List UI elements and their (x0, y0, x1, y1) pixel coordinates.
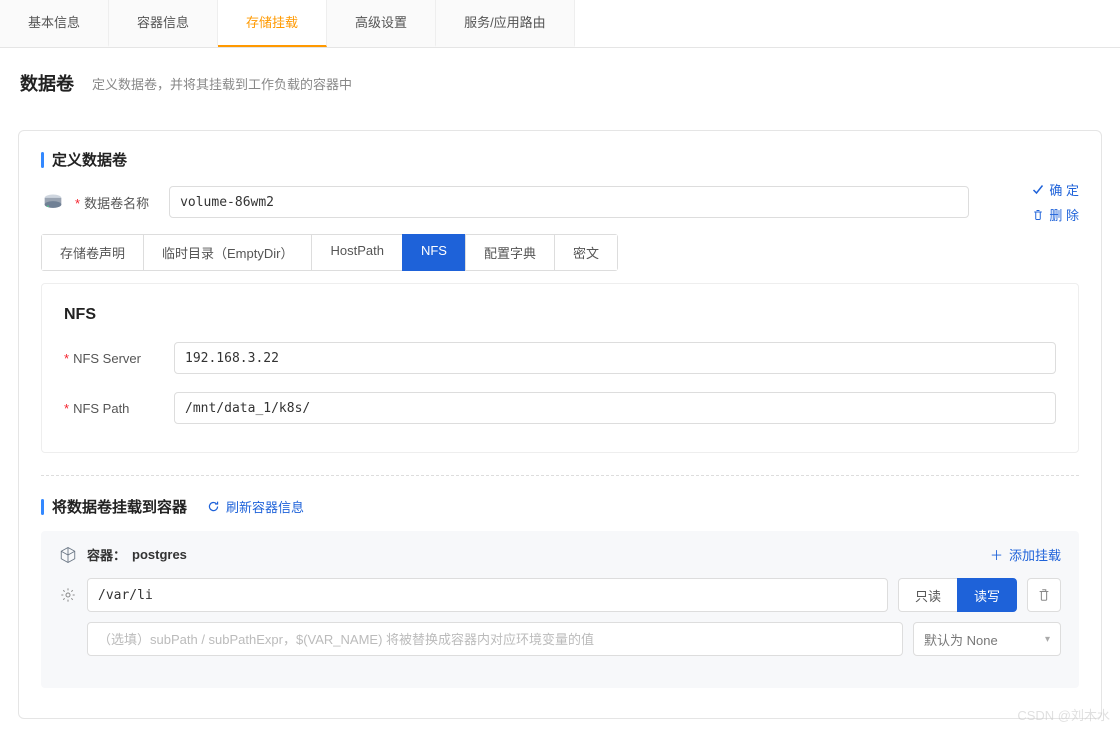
mount-heading: 将数据卷挂载到容器 刷新容器信息 (41, 496, 1079, 517)
sub-tab-emptydir[interactable]: 临时目录（EmptyDir） (143, 234, 312, 271)
nfs-server-label: *NFS Server (64, 351, 174, 366)
subpath-input[interactable] (87, 622, 903, 656)
nfs-path-input[interactable] (174, 392, 1056, 424)
nfs-path-label: *NFS Path (64, 401, 174, 416)
plus-icon: ＋ (990, 545, 1003, 564)
tab-storage-mount[interactable]: 存储挂载 (218, 0, 327, 47)
delete-volume-button[interactable]: 删 除 (1032, 205, 1079, 224)
define-volume-title: 定义数据卷 (52, 149, 127, 170)
sub-tab-pvc[interactable]: 存储卷声明 (41, 234, 144, 271)
container-name: postgres (132, 547, 187, 562)
trash-icon (1032, 209, 1044, 221)
volume-type-tabs: 存储卷声明 临时目录（EmptyDir） HostPath NFS 配置字典 密… (41, 234, 618, 271)
container-mount-card: 容器： postgres ＋ 添加挂载 只读 读写 (41, 531, 1079, 688)
heading-accent (41, 499, 44, 515)
sub-tab-hostpath[interactable]: HostPath (311, 234, 402, 271)
main-tabs: 基本信息 容器信息 存储挂载 高级设置 服务/应用路由 (0, 0, 1120, 48)
refresh-containers-button[interactable]: 刷新容器信息 (207, 497, 304, 516)
volume-name-input[interactable] (169, 186, 969, 218)
nfs-server-input[interactable] (174, 342, 1056, 374)
page-desc: 定义数据卷，并将其挂载到工作负载的容器中 (92, 74, 352, 93)
tab-service-route[interactable]: 服务/应用路由 (436, 0, 575, 47)
container-icon (59, 546, 77, 564)
read-write-button[interactable]: 读写 (957, 578, 1017, 612)
volume-name-label: *数据卷名称 (75, 193, 169, 212)
add-mount-button[interactable]: ＋ 添加挂载 (990, 545, 1061, 564)
gear-icon (59, 587, 77, 603)
page-title: 数据卷 (20, 70, 74, 96)
tab-container-info[interactable]: 容器信息 (109, 0, 218, 47)
access-mode-group: 只读 读写 (898, 578, 1017, 612)
section-header: 数据卷 定义数据卷，并将其挂载到工作负载的容器中 (0, 48, 1120, 114)
read-only-button[interactable]: 只读 (898, 578, 958, 612)
mount-title: 将数据卷挂载到容器 (52, 496, 187, 517)
trash-icon (1037, 588, 1051, 602)
disk-icon (41, 193, 65, 211)
chevron-down-icon: ▾ (1045, 634, 1050, 645)
refresh-icon (207, 500, 220, 513)
tab-advanced[interactable]: 高级设置 (327, 0, 436, 47)
select-value: 默认为 None (924, 630, 998, 649)
sub-tab-secret[interactable]: 密文 (554, 234, 618, 271)
delete-mount-button[interactable] (1027, 578, 1061, 612)
heading-accent (41, 152, 44, 168)
subpath-type-select[interactable]: 默认为 None ▾ (913, 622, 1061, 656)
container-label: 容器： (87, 545, 126, 564)
nfs-config-box: NFS *NFS Server *NFS Path (41, 283, 1079, 453)
check-icon (1032, 184, 1044, 196)
sub-tab-nfs[interactable]: NFS (402, 234, 466, 271)
watermark: CSDN @刘木水 (1017, 705, 1110, 724)
sub-tab-configmap[interactable]: 配置字典 (465, 234, 555, 271)
confirm-button[interactable]: 确 定 (1032, 180, 1079, 199)
tab-basic-info[interactable]: 基本信息 (0, 0, 109, 47)
nfs-panel-title: NFS (64, 306, 1056, 324)
define-volume-heading: 定义数据卷 (41, 149, 1079, 170)
mount-path-input[interactable] (87, 578, 888, 612)
volume-panel: 定义数据卷 *数据卷名称 确 定 删 除 存储卷声明 临时目录（E (18, 130, 1102, 719)
separator (41, 475, 1079, 476)
